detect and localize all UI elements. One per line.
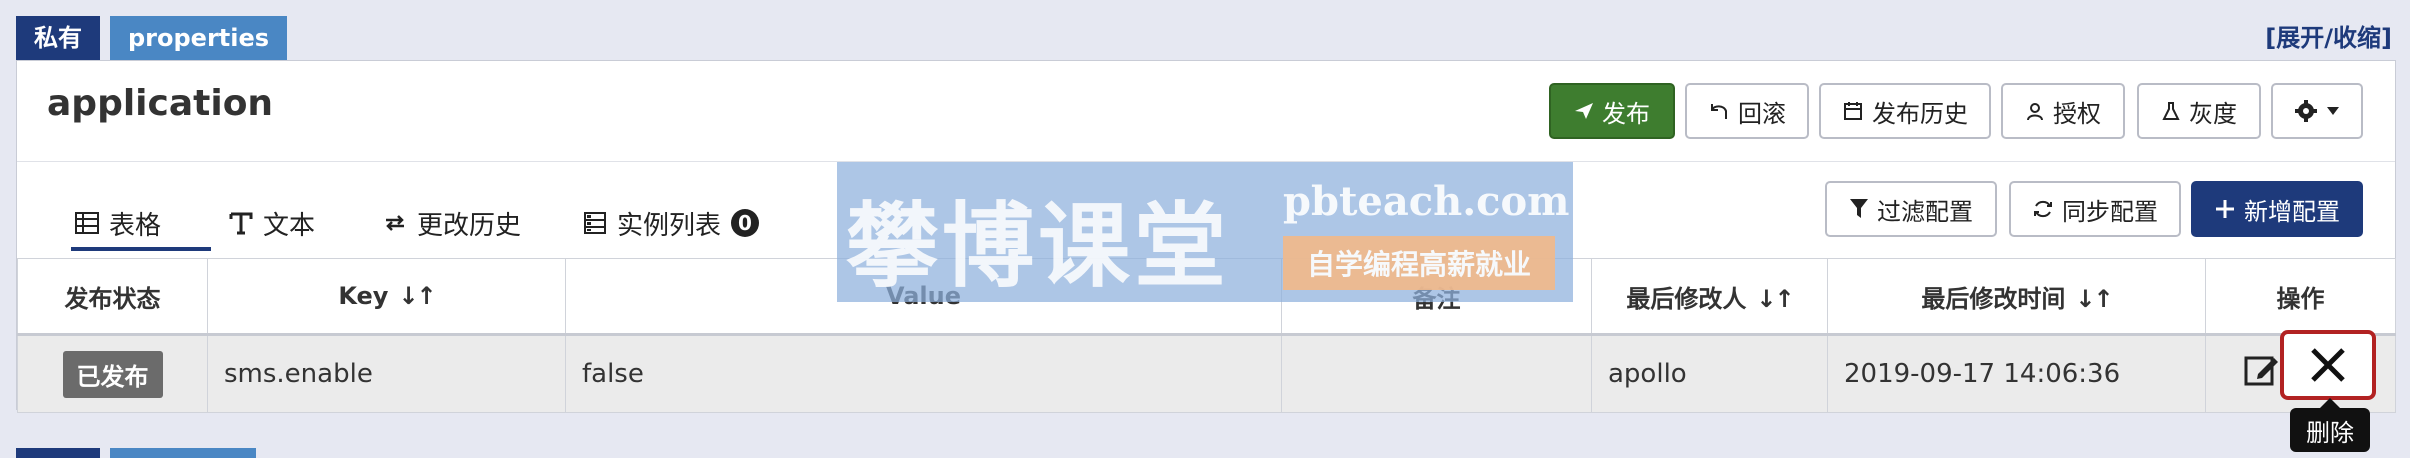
format-tag: properties (110, 16, 288, 60)
sort-icon: ↓↑ (398, 282, 436, 310)
table-row: 已发布 sms.enable false apollo 2019-09-17 1… (17, 334, 2396, 413)
next-format-tag (110, 448, 256, 458)
active-tab-indicator (71, 247, 211, 251)
filter-icon (1850, 199, 1868, 218)
publish-label: 发布 (1602, 99, 1650, 128)
delete-button[interactable] (2280, 330, 2376, 400)
watermark-slogan: 自学编程高薪就业 (1283, 236, 1555, 290)
tab-text-label: 文本 (263, 210, 316, 241)
col-modified-time[interactable]: 最后修改时间 ↓↑ (1827, 258, 2206, 336)
sort-icon: ↓↑ (2075, 284, 2113, 313)
watermark-domain: pbteach.com (1283, 178, 1570, 225)
rollback-label: 回滚 (1738, 99, 1786, 128)
authorize-button[interactable]: 授权 (2001, 83, 2125, 139)
publish-history-label: 发布历史 (1872, 99, 1968, 128)
col-ops: 操作 (2205, 258, 2396, 336)
plus-icon (2216, 200, 2234, 218)
cell-status: 已发布 (17, 334, 208, 413)
undo-icon (1711, 104, 1727, 119)
delete-tooltip: 删除 (2290, 398, 2370, 452)
tab-change-history[interactable]: 更改历史 (383, 201, 521, 245)
settings-dropdown-button[interactable] (2271, 83, 2363, 139)
gray-release-label: 灰度 (2189, 99, 2237, 128)
sync-config-label: 同步配置 (2062, 197, 2158, 226)
scope-tag: 私有 (16, 16, 100, 60)
publish-history-button[interactable]: 发布历史 (1819, 83, 1991, 139)
calendar-icon (1844, 102, 1862, 120)
table-icon (75, 212, 99, 234)
tab-change-history-label: 更改历史 (417, 210, 522, 241)
tab-table-label: 表格 (109, 210, 162, 241)
text-icon (229, 212, 253, 235)
tab-instances[interactable]: 实例列表 0 (583, 201, 760, 245)
send-icon (1575, 103, 1593, 119)
col-modifier[interactable]: 最后修改人 ↓↑ (1591, 258, 1828, 336)
cell-key: sms.enable (207, 334, 566, 413)
caret-down-icon (2327, 107, 2339, 115)
sync-config-button[interactable]: 同步配置 (2009, 181, 2181, 237)
tab-table[interactable]: 表格 (75, 201, 161, 245)
filter-config-button[interactable]: 过滤配置 (1825, 181, 1997, 237)
close-icon (2311, 348, 2345, 382)
next-scope-tag (16, 448, 100, 458)
next-namespace-tags (16, 448, 256, 458)
add-config-button[interactable]: 新增配置 (2191, 181, 2363, 237)
cell-comment (1281, 334, 1592, 413)
tab-instances-label: 实例列表 (617, 210, 722, 241)
namespace-tags: 私有 properties (16, 16, 288, 60)
instances-count-badge: 0 (731, 209, 760, 237)
history-icon (386, 215, 404, 231)
edit-icon[interactable] (2244, 352, 2280, 392)
published-badge: 已发布 (62, 350, 163, 398)
col-status: 发布状态 (17, 258, 208, 336)
cell-value: false (565, 334, 1282, 413)
sort-icon: ↓↑ (1756, 284, 1794, 313)
user-icon (2027, 103, 2043, 121)
app-title: application (47, 83, 274, 124)
rollback-button[interactable]: 回滚 (1685, 83, 1809, 139)
filter-config-label: 过滤配置 (1877, 197, 1973, 226)
gear-icon (2295, 100, 2317, 122)
add-config-label: 新增配置 (2244, 197, 2340, 226)
cell-modifier: apollo (1591, 334, 1828, 413)
tab-text[interactable]: 文本 (229, 201, 315, 245)
publish-button[interactable]: 发布 (1549, 83, 1675, 139)
cell-modified-time: 2019-09-17 14:06:36 (1827, 334, 2206, 413)
gray-release-button[interactable]: 灰度 (2137, 83, 2261, 139)
flask-icon (2162, 102, 2180, 120)
sync-icon (2034, 200, 2052, 218)
col-key[interactable]: Key ↓↑ (207, 258, 566, 336)
instances-icon (584, 212, 606, 234)
authorize-label: 授权 (2053, 99, 2101, 128)
watermark-name: 攀博课堂 (846, 192, 1231, 300)
expand-collapse-link[interactable]: [展开/收缩] (2265, 18, 2392, 53)
